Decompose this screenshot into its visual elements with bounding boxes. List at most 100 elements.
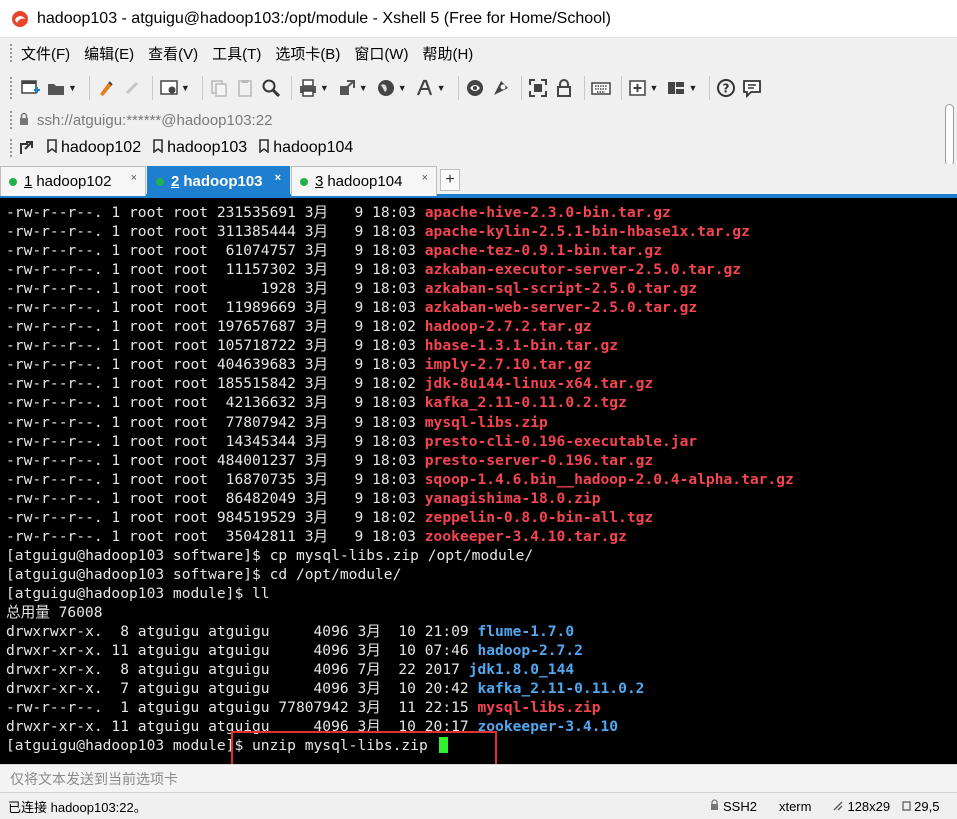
- menu-file[interactable]: 文件(F): [21, 43, 70, 64]
- close-icon[interactable]: ×: [131, 172, 137, 184]
- terminal-prompt-line: [atguigu@hadoop103 module]$ unzip mysql-…: [6, 736, 957, 755]
- transfer-button[interactable]: ▼: [336, 74, 371, 102]
- menu-view[interactable]: 查看(V): [148, 43, 198, 64]
- toolbar-separator: [583, 76, 585, 100]
- chat-icon: [741, 77, 763, 99]
- terminal-line-text: -rw-r--r--. 1 root root 404639683 3月 9 1…: [6, 356, 425, 374]
- chevron-down-icon: ▼: [68, 83, 77, 93]
- bookmark-icon: [259, 138, 269, 158]
- archive-file-name: mysql-libs.zip: [424, 413, 548, 431]
- directory-name: hadoop-2.7.2: [477, 642, 583, 660]
- terminal-line: drwxrwxr-x. 8 atguigu atguigu 4096 3月 10…: [6, 622, 957, 641]
- terminal-type: xterm: [778, 799, 812, 814]
- session-address[interactable]: ssh://atguigu:******@hadoop103:22: [37, 112, 272, 129]
- links-bar-icon[interactable]: [19, 140, 35, 156]
- new-tab-button[interactable]: ▼: [627, 74, 662, 102]
- record-icon: [490, 77, 512, 99]
- terminal-line-text: -rw-r--r--. 1 root root 11157302 3月 9 18…: [6, 261, 425, 279]
- terminal-line-text: -rw-r--r--. 1 root root 35042811 3月 9 18…: [6, 527, 425, 545]
- status-dot: [156, 177, 164, 186]
- send-bar[interactable]: 仅将文本发送到当前选项卡: [0, 764, 957, 792]
- settings-button[interactable]: ▼: [158, 74, 193, 102]
- add-tab-button[interactable]: +: [440, 169, 460, 191]
- terminal-line: drwxr-xr-x. 11 atguigu atguigu 4096 3月 1…: [6, 717, 957, 736]
- menu-help[interactable]: 帮助(H): [422, 43, 473, 64]
- terminal-line: [atguigu@hadoop103 module]$ ll: [6, 584, 957, 603]
- lock-icon: [553, 77, 575, 99]
- terminal-line: [atguigu@hadoop103 software]$ cp mysql-l…: [6, 546, 957, 565]
- tab-bar: 1 hadoop102 × 2 hadoop103 × 3 hadoop104 …: [0, 164, 957, 198]
- layout-button[interactable]: ▼: [665, 74, 700, 102]
- link-hadoop104[interactable]: hadoop104: [259, 138, 353, 158]
- menu-edit[interactable]: 编辑(E): [84, 43, 134, 64]
- address-bar[interactable]: ssh://atguigu:******@hadoop103:22: [0, 108, 944, 132]
- fullscreen-button[interactable]: [527, 74, 549, 102]
- tab-hadoop104[interactable]: 3 hadoop104 ×: [291, 166, 437, 196]
- resize-icon: [833, 799, 843, 814]
- link-hadoop103[interactable]: hadoop103: [153, 138, 247, 158]
- terminal-line: -rw-r--r--. 1 root root 484001237 3月 9 1…: [6, 451, 957, 470]
- bookmark-icon: [47, 138, 57, 158]
- tab-hadoop103[interactable]: 2 hadoop103 ×: [147, 166, 290, 196]
- terminal-line: -rw-r--r--. 1 root root 86482049 3月 9 18…: [6, 489, 957, 508]
- chevron-down-icon: ▼: [358, 83, 368, 93]
- script-button[interactable]: [464, 74, 486, 102]
- close-icon[interactable]: ×: [275, 172, 281, 184]
- record-button[interactable]: [490, 74, 512, 102]
- link-label: hadoop102: [61, 139, 142, 156]
- protocol-label: SSH2: [723, 799, 757, 814]
- archive-file-name: azkaban-web-server-2.5.0.tar.gz: [424, 299, 698, 317]
- globe-button[interactable]: ▼: [375, 74, 410, 102]
- directory-name: zookeeper-3.4.10: [477, 718, 619, 736]
- close-icon[interactable]: ×: [422, 172, 428, 184]
- settings-icon: [158, 77, 180, 99]
- keyboard-button[interactable]: [590, 74, 612, 102]
- terminal-line-text: [atguigu@hadoop103 module]$ ll: [6, 584, 270, 602]
- terminal-output[interactable]: -rw-r--r--. 1 root root 231535691 3月 9 1…: [0, 198, 957, 764]
- menu-tabs[interactable]: 选项卡(B): [275, 43, 340, 64]
- find-button[interactable]: [260, 74, 282, 102]
- toolbar-separator: [620, 76, 622, 100]
- menu-window[interactable]: 窗口(W): [354, 43, 408, 64]
- copy-button[interactable]: [208, 74, 230, 102]
- new-session-icon: [19, 77, 41, 99]
- tab-hadoop102[interactable]: 1 hadoop102 ×: [0, 166, 146, 196]
- new-session-button[interactable]: [19, 74, 41, 102]
- properties-button[interactable]: [95, 74, 117, 102]
- send-input[interactable]: 仅将文本发送到当前选项卡: [10, 769, 178, 789]
- globe-icon: [375, 77, 397, 99]
- menu-bar: 文件(F) 编辑(E) 查看(V) 工具(T) 选项卡(B) 窗口(W) 帮助(…: [0, 38, 957, 68]
- chat-button[interactable]: [741, 74, 763, 102]
- archive-file-name: imply-2.7.10.tar.gz: [424, 356, 592, 374]
- fullscreen-icon: [527, 77, 549, 99]
- cursor-position: 29,5: [914, 799, 940, 814]
- terminal-line-text: [atguigu@hadoop103 software]$ cp mysql-l…: [6, 546, 534, 564]
- tab-number: 3: [315, 173, 324, 190]
- print-button[interactable]: ▼: [297, 74, 332, 102]
- open-button[interactable]: ▼: [45, 74, 80, 102]
- open-folder-icon: [45, 77, 67, 99]
- directory-name: kafka_2.11-0.11.0.2: [477, 680, 645, 698]
- font-button[interactable]: ▼: [414, 74, 449, 102]
- help-button[interactable]: ?: [715, 74, 737, 102]
- tab-label: hadoop103: [183, 173, 263, 190]
- toolbar-scrollbar[interactable]: [945, 104, 954, 166]
- find-icon: [260, 77, 282, 99]
- directory-name: flume-1.7.0: [477, 623, 575, 641]
- directory-name: jdk1.8.0_144: [468, 661, 575, 679]
- paste-button[interactable]: [234, 74, 256, 102]
- archive-file-name: azkaban-sql-script-2.5.0.tar.gz: [424, 280, 698, 298]
- archive-file-name: zeppelin-0.8.0-bin-all.tgz: [424, 508, 654, 526]
- disconnect-button[interactable]: [121, 74, 143, 102]
- terminal-line: -rw-r--r--. 1 root root 11157302 3月 9 18…: [6, 260, 957, 279]
- terminal-line-text: [atguigu@hadoop103 software]$ cd /opt/mo…: [6, 565, 402, 583]
- lock-button[interactable]: [553, 74, 575, 102]
- menu-tools[interactable]: 工具(T): [212, 43, 261, 64]
- layout-icon: [665, 77, 687, 99]
- archive-file-name: hbase-1.3.1-bin.tar.gz: [424, 337, 619, 355]
- new-tab-icon: [627, 77, 649, 99]
- link-hadoop102[interactable]: hadoop102: [47, 138, 142, 158]
- terminal-line-text: drwxr-xr-x. 7 atguigu atguigu 4096 3月 10…: [6, 680, 478, 698]
- toolbar-separator: [201, 76, 203, 100]
- address-grip: [10, 111, 13, 129]
